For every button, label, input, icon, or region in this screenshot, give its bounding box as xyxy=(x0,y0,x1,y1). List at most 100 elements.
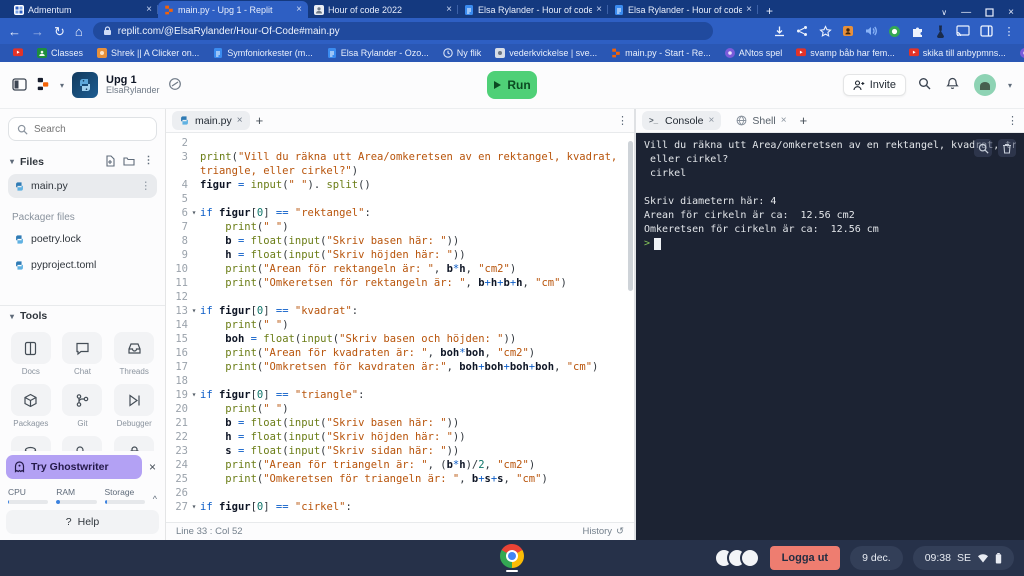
new-console-tab-icon[interactable]: + xyxy=(800,113,808,128)
code-line[interactable]: 5 xyxy=(166,192,634,206)
code-line[interactable]: 4figur = input(" "). split() xyxy=(166,178,634,192)
tool-packages[interactable]: Packages xyxy=(8,384,54,428)
notifications-bell-icon[interactable] xyxy=(946,77,962,93)
bookmark-item[interactable]: ANtos spel xyxy=(720,48,788,58)
code-line[interactable]: 8 b = float(input("Skriv basen här: ")) xyxy=(166,234,634,248)
editor-menu-kebab-icon[interactable]: ⋮ xyxy=(617,114,628,127)
close-window-icon[interactable]: × xyxy=(1008,7,1014,18)
back-icon[interactable]: ← xyxy=(8,25,21,38)
new-folder-icon[interactable] xyxy=(123,155,136,168)
chrome-shelf-icon[interactable] xyxy=(498,544,526,572)
browser-tab[interactable]: Hour of code 2022× xyxy=(308,1,458,18)
try-ghostwriter-button[interactable]: Try Ghostwriter xyxy=(6,455,142,479)
code-line[interactable]: 19▾if figur[0] == "triangle": xyxy=(166,388,634,402)
tool-docs[interactable]: Docs xyxy=(8,332,54,376)
new-editor-tab-icon[interactable]: + xyxy=(256,113,264,128)
console-menu-kebab-icon[interactable]: ⋮ xyxy=(1007,114,1018,127)
code-line[interactable]: 22 h = float(input("Skriv höjden här: ")… xyxy=(166,430,634,444)
date-pill[interactable]: 9 dec. xyxy=(850,546,903,570)
invite-button[interactable]: Invite xyxy=(843,74,906,96)
avatar[interactable] xyxy=(974,74,996,96)
tab-search-icon[interactable]: ∨ xyxy=(941,8,947,17)
star-icon[interactable] xyxy=(818,24,832,38)
puzzle-icon[interactable] xyxy=(910,24,924,38)
collapse-meters-icon[interactable]: ^ xyxy=(153,494,157,504)
code-line[interactable]: 3print("Vill du räkna utt Area/omkeretse… xyxy=(166,150,634,178)
code-line[interactable]: 15 boh = float(input("Skriv basen och hö… xyxy=(166,332,634,346)
code-line[interactable]: 7 print(" ") xyxy=(166,220,634,234)
new-tab-button[interactable]: + xyxy=(766,4,773,18)
help-button[interactable]: ? Help xyxy=(6,510,159,534)
bookmark-item[interactable]: liten craft xyxy=(1015,48,1024,58)
cast-icon[interactable] xyxy=(956,24,970,38)
code-line[interactable]: 13▾if figur[0] == "kvadrat": xyxy=(166,304,634,318)
console-tab-shell[interactable]: Shell× xyxy=(729,111,793,130)
flask-icon[interactable] xyxy=(933,24,947,38)
code-line[interactable]: 21 b = float(input("Skriv basen här: ")) xyxy=(166,416,634,430)
file-kebab-icon[interactable]: ⋮ xyxy=(141,180,152,192)
bookmark-item[interactable]: Classes xyxy=(32,48,88,58)
browser-tab[interactable]: main.py - Upg 1 - Replit× xyxy=(158,1,308,18)
browser-tab[interactable]: Elsa Rylander - Hour of code - G...× xyxy=(458,1,608,18)
tab-close-icon[interactable]: × xyxy=(296,4,302,15)
fold-chevron-icon[interactable]: ▾ xyxy=(188,304,200,318)
tab-close-icon[interactable]: × xyxy=(746,4,752,15)
open-windows-indicator[interactable] xyxy=(714,548,760,568)
tool-debugger[interactable]: Debugger xyxy=(111,384,157,428)
account-chevron-icon[interactable]: ▾ xyxy=(1008,81,1012,90)
files-menu-kebab-icon[interactable]: ⋮ xyxy=(142,155,155,168)
fold-chevron-icon[interactable]: ▾ xyxy=(188,388,200,402)
bookmark-item[interactable] xyxy=(8,48,28,58)
code-line[interactable]: 11 print("Omkeretsen för rektangeln är: … xyxy=(166,276,634,290)
search-icon[interactable] xyxy=(918,77,934,93)
files-section-header[interactable]: ▾ Files ⋮ xyxy=(0,151,165,172)
sync-status-icon[interactable] xyxy=(168,77,184,93)
share-icon[interactable] xyxy=(795,24,809,38)
tool-partial3[interactable] xyxy=(111,436,157,451)
run-button[interactable]: Run xyxy=(487,71,537,99)
record-icon[interactable] xyxy=(887,24,901,38)
menu-icon[interactable]: ⋮ xyxy=(1002,24,1016,38)
maximize-icon[interactable] xyxy=(985,8,994,17)
forward-icon[interactable]: → xyxy=(31,25,44,38)
tools-section-header[interactable]: ▾ Tools xyxy=(0,306,165,326)
bookmark-item[interactable]: Ny flik xyxy=(438,48,487,58)
reload-icon[interactable]: ↻ xyxy=(54,25,65,38)
sidebar-search[interactable] xyxy=(8,117,157,141)
status-tray[interactable]: 09:38 SE xyxy=(913,546,1014,570)
code-line[interactable]: 27▾if figur[0] == "cirkel": xyxy=(166,500,634,514)
file-item-mainpy[interactable]: main.py⋮ xyxy=(8,174,157,198)
close-tab-icon[interactable]: × xyxy=(781,115,787,126)
close-tab-icon[interactable]: × xyxy=(237,115,243,126)
bookmark-item[interactable]: Shrek || A Clicker on... xyxy=(92,48,204,58)
fold-chevron-icon[interactable]: ▾ xyxy=(188,500,200,514)
code-line[interactable]: 14 print(" ") xyxy=(166,318,634,332)
code-line[interactable]: 25 print("Omkeretsen för triangeln är: "… xyxy=(166,472,634,486)
tool-threads[interactable]: Threads xyxy=(111,332,157,376)
sidebar-toggle-icon[interactable] xyxy=(12,77,28,93)
code-line[interactable]: 6▾if figur[0] == "rektangel": xyxy=(166,206,634,220)
extension-orange-icon[interactable] xyxy=(841,24,855,38)
address-bar[interactable]: replit.com/@ElsaRylander/Hour-Of-Code#ma… xyxy=(93,22,713,40)
tab-close-icon[interactable]: × xyxy=(146,4,152,15)
code-line[interactable]: 24 print("Arean för triangeln är: ", (b*… xyxy=(166,458,634,472)
tool-git[interactable]: Git xyxy=(60,384,106,428)
browser-tab[interactable]: Admentum× xyxy=(8,1,158,18)
code-line[interactable]: 17 print("Omkretsen för kavdraten är:", … xyxy=(166,360,634,374)
console-clear-trash-icon[interactable] xyxy=(998,139,1016,157)
minimize-icon[interactable]: — xyxy=(961,7,971,18)
search-input[interactable] xyxy=(34,124,134,135)
code-line[interactable]: 20 print(" ") xyxy=(166,402,634,416)
new-file-icon[interactable] xyxy=(104,155,117,168)
packager-file-item[interactable]: poetry.lock xyxy=(8,227,157,251)
bookmark-item[interactable]: vederkvickelse | sve... xyxy=(490,48,602,58)
bookmark-item[interactable]: Symfoniorkester (m... xyxy=(208,48,318,58)
history-button[interactable]: History ↺ xyxy=(582,526,624,537)
tab-close-icon[interactable]: × xyxy=(446,4,452,15)
code-line[interactable]: 12 xyxy=(166,290,634,304)
bookmark-item[interactable]: skika till anbypmns... xyxy=(904,48,1011,58)
download-icon[interactable] xyxy=(772,24,786,38)
chevron-down-icon[interactable]: ▾ xyxy=(60,81,64,90)
bookmark-item[interactable]: main.py - Start - Re... xyxy=(606,48,716,58)
code-line[interactable]: 16 print("Arean för kvadraten är: ", boh… xyxy=(166,346,634,360)
